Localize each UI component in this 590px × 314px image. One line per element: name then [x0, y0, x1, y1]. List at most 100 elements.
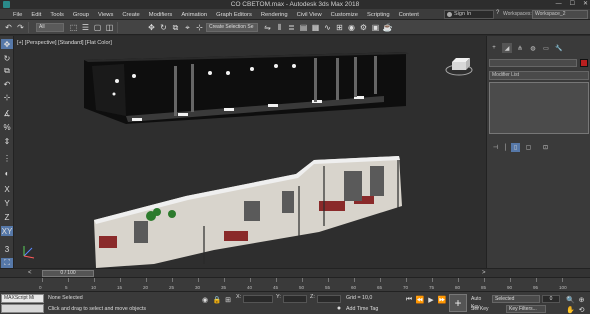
viewport-label[interactable]: [+] [Perspective] [Standard] [Flat Color…	[17, 40, 112, 46]
next-frame-icon[interactable]: ⏩	[437, 295, 447, 304]
absolute-mode-icon[interactable]: ⊞	[223, 295, 233, 304]
make-unique-icon[interactable]: ▯	[511, 143, 520, 152]
select-move-icon[interactable]: ✥	[146, 22, 157, 33]
modify-tab-icon[interactable]: ◢	[502, 43, 512, 53]
undo-view-icon[interactable]: ↶	[1, 79, 13, 89]
menu-graph-editors[interactable]: Graph Editors	[216, 12, 252, 18]
current-frame-field[interactable]: 0	[542, 295, 560, 303]
lock-selection-icon[interactable]: 🔒	[212, 295, 222, 304]
mirror-icon[interactable]: ⇋	[262, 22, 273, 33]
redo-icon[interactable]: ↷	[15, 22, 26, 33]
render-setup-icon[interactable]: ⚙	[358, 22, 369, 33]
object-color-swatch[interactable]	[580, 59, 588, 67]
isolate-toggle-icon[interactable]: ◉	[200, 295, 210, 304]
maxscript-output[interactable]	[1, 304, 44, 313]
viewport-perspective[interactable]: [+] [Perspective] [Standard] [Flat Color…	[14, 36, 486, 268]
graphite-toolset-icon[interactable]: ▦	[310, 22, 321, 33]
snap-toggle-icon[interactable]: ⊹	[1, 92, 13, 102]
menu-rendering[interactable]: Rendering	[261, 12, 288, 18]
select-move-icon[interactable]: ✥	[1, 39, 13, 49]
prev-frame-icon[interactable]: ⏪	[415, 295, 425, 304]
rotate-icon[interactable]: ↻	[1, 53, 13, 63]
placement-icon[interactable]: ⌖	[182, 22, 193, 33]
orbit-icon[interactable]: ⟲	[577, 305, 586, 314]
percent-snap-icon[interactable]: %	[1, 122, 13, 132]
menu-customize[interactable]: Customize	[331, 12, 358, 18]
menu-tools[interactable]: Tools	[50, 12, 64, 18]
show-end-result-icon[interactable]: │	[501, 143, 510, 152]
undo-icon[interactable]: ↶	[3, 22, 14, 33]
isolate-icon[interactable]: ◐	[1, 168, 13, 178]
time-slider[interactable]: 0 / 100	[42, 270, 94, 277]
close-button[interactable]: ✕	[583, 0, 588, 9]
play-icon[interactable]: ▶	[426, 295, 436, 304]
snaps-3d-icon[interactable]: 3	[1, 244, 13, 254]
key-mode-select[interactable]: Selected	[492, 295, 540, 303]
menu-content[interactable]: Content	[399, 12, 419, 18]
menu-animation[interactable]: Animation	[181, 12, 207, 18]
axis-xy-button[interactable]: XY	[1, 226, 13, 236]
selection-set-select[interactable]: Create Selection Se	[206, 23, 258, 32]
workspace-select[interactable]: Workspace_2	[532, 10, 588, 19]
sign-in-button[interactable]: Sign In	[444, 10, 494, 19]
zoom-icon[interactable]: 🔍	[566, 295, 575, 304]
edit-named-sel-icon[interactable]: ⋮	[1, 153, 13, 163]
object-name-field[interactable]	[489, 59, 577, 67]
maxscript-listener[interactable]: MAXScript Mi	[1, 294, 44, 303]
selection-lock-icon[interactable]: ⛶	[1, 258, 13, 268]
modifier-stack[interactable]	[489, 82, 589, 134]
remove-modifier-icon[interactable]: ▢	[524, 143, 533, 152]
x-coordinate-field[interactable]	[243, 295, 273, 303]
configure-sets-icon[interactable]: ⊡	[541, 143, 550, 152]
axis-y-button[interactable]: Y	[1, 198, 13, 208]
track-bar[interactable]: 0 5 10 15 20 25 30 35 40 45 50 55 60 65 70 75 80 85 90 95 10…	[0, 277, 590, 291]
maximize-button[interactable]: ☐	[570, 0, 575, 9]
angle-snap-icon[interactable]: ∡	[1, 108, 13, 118]
add-time-tag[interactable]: Add Time Tag	[346, 306, 378, 312]
selection-filter-select[interactable]: All	[36, 23, 64, 32]
z-coordinate-field[interactable]	[317, 295, 341, 303]
time-slider-bar[interactable]: < 0 / 100 >	[0, 268, 590, 277]
menu-group[interactable]: Group	[73, 12, 89, 18]
utilities-tab-icon[interactable]: 🔧	[554, 43, 564, 53]
set-key-icon[interactable]: +	[449, 294, 467, 312]
select-by-name-icon[interactable]: ☰	[80, 22, 91, 33]
scale-icon[interactable]: ⧉	[1, 66, 13, 76]
pan-icon[interactable]: ✋	[566, 305, 575, 314]
menu-views[interactable]: Views	[98, 12, 113, 18]
curve-editor-icon[interactable]: ∿	[322, 22, 333, 33]
window-crossing-icon[interactable]: ◫	[104, 22, 115, 33]
motion-tab-icon[interactable]: ◍	[528, 43, 538, 53]
pin-stack-icon[interactable]: ⊣	[491, 143, 500, 152]
key-filters-button[interactable]: Key Filters...	[506, 305, 546, 313]
time-tag-icon[interactable]: ●	[334, 304, 344, 313]
y-coordinate-field[interactable]	[283, 295, 307, 303]
hierarchy-tab-icon[interactable]: ⋔	[515, 43, 525, 53]
axis-x-button[interactable]: X	[1, 184, 13, 194]
set-key-button[interactable]: Set Key	[471, 305, 491, 313]
help-button[interactable]: ?	[496, 10, 503, 19]
viewcube-icon[interactable]	[444, 50, 474, 80]
menu-edit[interactable]: Edit	[31, 12, 41, 18]
menu-modifiers[interactable]: Modifiers	[149, 12, 173, 18]
render-icon[interactable]: ☕	[382, 22, 393, 33]
align-icon[interactable]: ⫴	[274, 22, 285, 33]
scene-explorer-icon[interactable]: ▤	[298, 22, 309, 33]
display-tab-icon[interactable]: ▭	[541, 43, 551, 53]
menu-civil-view[interactable]: Civil View	[297, 12, 322, 18]
menu-file[interactable]: File	[13, 12, 22, 18]
auto-key-button[interactable]: Auto Key	[471, 295, 491, 310]
menu-scripting[interactable]: Scripting	[367, 12, 390, 18]
region-select-icon[interactable]: ▢	[92, 22, 103, 33]
axis-z-button[interactable]: Z	[1, 212, 13, 222]
create-tab-icon[interactable]: +	[489, 43, 499, 53]
layer-explorer-icon[interactable]: ≣	[286, 22, 297, 33]
material-editor-icon[interactable]: ◉	[346, 22, 357, 33]
zoom-all-icon[interactable]: ⊕	[577, 295, 586, 304]
snaps-icon[interactable]: ⊹	[194, 22, 205, 33]
rotate-icon[interactable]: ↻	[158, 22, 169, 33]
go-to-start-icon[interactable]: ⏮	[404, 295, 414, 304]
menu-create[interactable]: Create	[122, 12, 139, 18]
render-frame-icon[interactable]: ▣	[370, 22, 381, 33]
schematic-view-icon[interactable]: ⊞	[334, 22, 345, 33]
